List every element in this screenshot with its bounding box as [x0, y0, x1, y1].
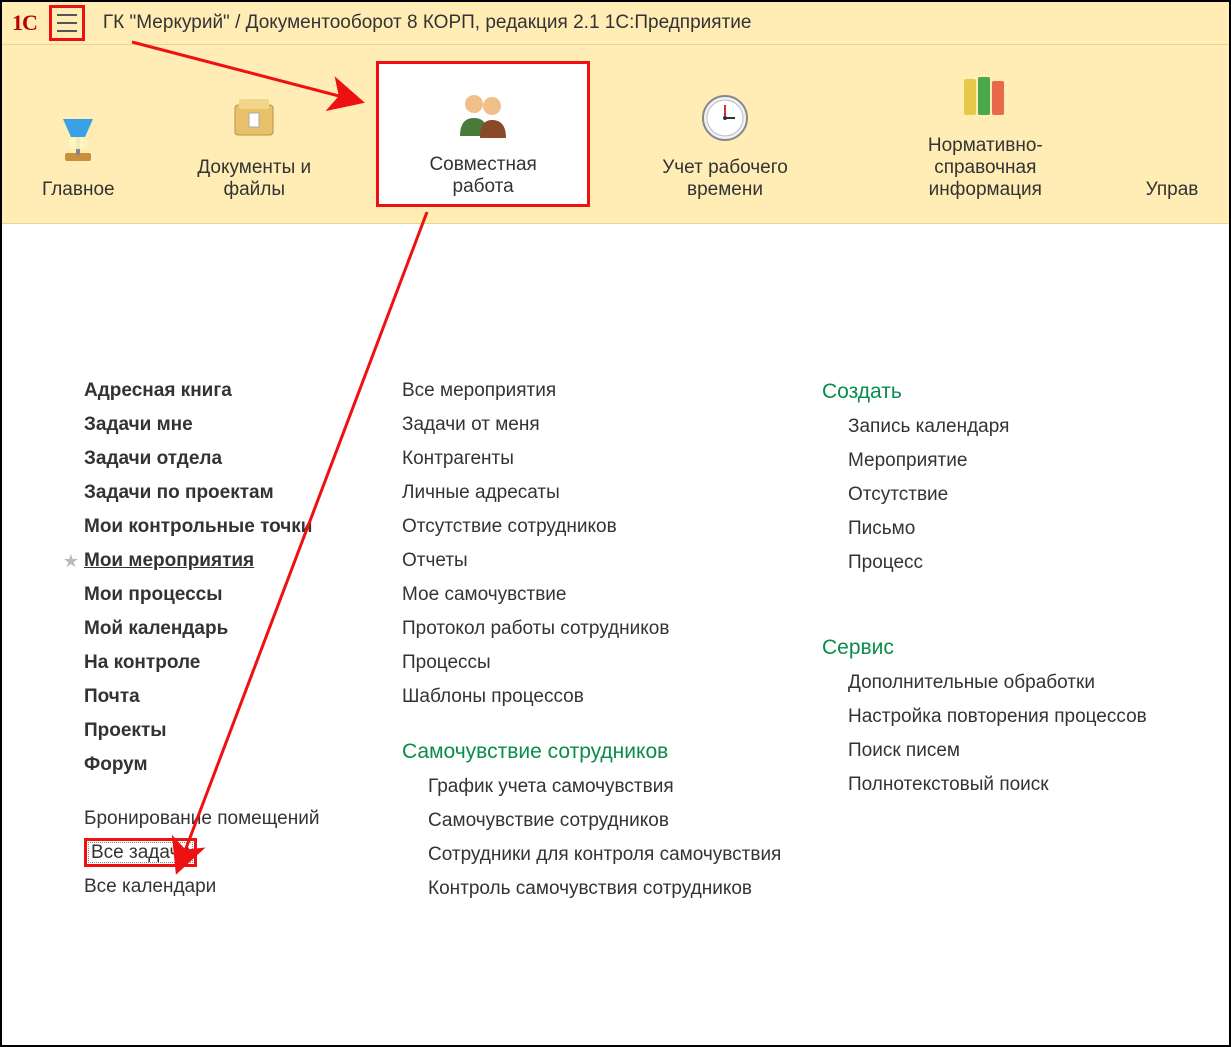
section-label: Учет рабочего времени [622, 157, 827, 201]
nav-link[interactable]: Адресная книга [84, 374, 232, 408]
nav-link[interactable]: Мероприятие [822, 444, 1182, 478]
nav-link[interactable]: Мои процессы [84, 578, 222, 612]
nav-link[interactable]: Форум [84, 748, 148, 782]
section-lamp[interactable]: Главное [24, 61, 133, 207]
nav-link[interactable]: Самочувствие сотрудников [402, 804, 782, 838]
books-icon [956, 67, 1014, 125]
section-label: Совместная работа [397, 154, 570, 198]
nav-column-2: Все мероприятияЗадачи от меняКонтрагенты… [402, 374, 782, 906]
nav-link[interactable]: Дополнительные обработки [822, 666, 1182, 700]
section-people[interactable]: Совместная работа [376, 61, 591, 207]
app-window: 1C ГК "Меркурий" / Документооборот 8 КОР… [0, 0, 1231, 1047]
nav-link[interactable]: Протокол работы сотрудников [402, 612, 782, 646]
nav-link[interactable]: Отсутствие [822, 478, 1182, 512]
nav-link[interactable]: Шаблоны процессов [402, 680, 782, 714]
nav-link[interactable]: Процессы [402, 646, 782, 680]
nav-link[interactable]: Задачи по проектам [84, 476, 274, 510]
section-panel: Главное Документы и файлы Совместная работ… [2, 45, 1229, 224]
section-label: Документы и файлы [165, 157, 344, 201]
nav-link[interactable]: Контроль самочувствия сотрудников [402, 872, 782, 906]
lamp-icon [49, 111, 107, 169]
section-label: Главное [42, 179, 115, 201]
nav-link[interactable]: Личные адресаты [402, 476, 782, 510]
app-logo: 1C [12, 10, 37, 36]
section-books[interactable]: Нормативно-справочная информация [860, 61, 1111, 207]
section-folder[interactable]: Документы и файлы [147, 61, 362, 207]
nav-link[interactable]: На контроле [84, 646, 200, 680]
nav-link[interactable]: Полнотекстовый поиск [822, 768, 1182, 802]
star-icon: ★ [62, 551, 80, 572]
navigation-panel: Адресная книгаЗадачи мнеЗадачи отделаЗад… [2, 224, 1229, 936]
group-heading: Самочувствие сотрудников [402, 734, 782, 770]
nav-link[interactable]: Поиск писем [822, 734, 1182, 768]
nav-link[interactable]: Мои контрольные точки [84, 510, 312, 544]
folder-icon [225, 89, 283, 147]
people-icon [454, 86, 512, 144]
title-bar: 1C ГК "Меркурий" / Документооборот 8 КОР… [2, 2, 1229, 45]
nav-link[interactable]: Настройка повторения процессов [822, 700, 1182, 734]
nav-link[interactable]: Сотрудники для контроля самочувствия [402, 838, 782, 872]
nav-link[interactable]: Задачи отдела [84, 442, 222, 476]
nav-link[interactable]: Письмо [822, 512, 1182, 546]
group-heading: Сервис [822, 630, 1182, 666]
nav-link[interactable]: Запись календаря [822, 410, 1182, 444]
clock-icon [696, 89, 754, 147]
nav-link[interactable]: Все задачи [84, 836, 197, 870]
nav-link[interactable]: Бронирование помещений [84, 802, 319, 836]
section-label: Нормативно-справочная информация [878, 135, 1093, 201]
nav-link[interactable]: Почта [84, 680, 140, 714]
section-label: Управ [1146, 179, 1199, 201]
group-heading: Создать [822, 374, 1182, 410]
none-icon [1143, 111, 1201, 169]
nav-link[interactable]: Контрагенты [402, 442, 782, 476]
section-none[interactable]: Управ [1125, 61, 1219, 207]
nav-link[interactable]: Мои мероприятия [84, 544, 254, 578]
nav-link[interactable]: Отчеты [402, 544, 782, 578]
nav-link[interactable]: Процесс [822, 546, 1182, 580]
nav-link[interactable]: Мое самочувствие [402, 578, 782, 612]
window-title: ГК "Меркурий" / Документооборот 8 КОРП, … [103, 12, 752, 34]
nav-link[interactable]: Задачи мне [84, 408, 193, 442]
nav-column-1: Адресная книгаЗадачи мнеЗадачи отделаЗад… [62, 374, 362, 906]
nav-column-3: СоздатьЗапись календаряМероприятиеОтсутс… [822, 374, 1182, 906]
nav-link[interactable]: Все мероприятия [402, 374, 782, 408]
section-clock[interactable]: Учет рабочего времени [604, 61, 845, 207]
nav-link[interactable]: Задачи от меня [402, 408, 782, 442]
nav-link[interactable]: Все календари [84, 870, 216, 904]
nav-link[interactable]: График учета самочувствия [402, 770, 782, 804]
nav-link[interactable]: Отсутствие сотрудников [402, 510, 782, 544]
main-menu-button[interactable] [49, 5, 85, 41]
nav-link[interactable]: Мой календарь [84, 612, 228, 646]
nav-link[interactable]: Проекты [84, 714, 166, 748]
